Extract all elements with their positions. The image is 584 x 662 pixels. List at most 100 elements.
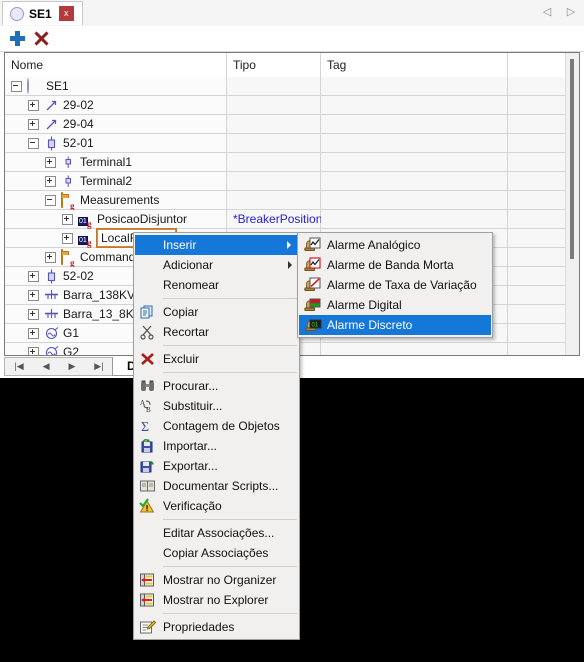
cell-tag[interactable] bbox=[321, 134, 508, 153]
menu-item-procurar[interactable]: Procurar... bbox=[134, 376, 299, 396]
collapse-icon[interactable] bbox=[45, 194, 56, 206]
expand-icon[interactable] bbox=[45, 251, 56, 263]
table-row[interactable]: 52-01 bbox=[5, 134, 568, 153]
expand-icon[interactable] bbox=[28, 308, 39, 320]
cell-tag[interactable] bbox=[321, 343, 508, 355]
menu-item-exportar[interactable]: Exportar... bbox=[134, 456, 299, 476]
cell-blank[interactable] bbox=[508, 210, 568, 229]
menu-item-adicionar[interactable]: Adicionar bbox=[134, 255, 299, 275]
chevron-right-icon[interactable]: ▷ bbox=[564, 4, 578, 20]
menu-item-propriedades[interactable]: Propriedades bbox=[134, 617, 299, 637]
expand-icon[interactable] bbox=[28, 327, 39, 339]
cell-blank[interactable] bbox=[508, 286, 568, 305]
cell-tipo[interactable] bbox=[227, 191, 321, 210]
cell-blank[interactable] bbox=[508, 134, 568, 153]
cell-blank[interactable] bbox=[508, 77, 568, 96]
menu-item-inserir[interactable]: Inserir bbox=[135, 235, 298, 255]
menu-item-editar-associações[interactable]: Editar Associações... bbox=[134, 523, 299, 543]
submenu-item-alarme-discreto[interactable]: 01 Alarme Discreto bbox=[299, 315, 491, 335]
cell-tag[interactable] bbox=[321, 191, 508, 210]
menu-item-copiar[interactable]: Copiar bbox=[134, 302, 299, 322]
cell-tag[interactable] bbox=[321, 172, 508, 191]
tree-node-terminal1[interactable]: Terminal1 bbox=[5, 153, 227, 172]
cell-tag[interactable] bbox=[321, 96, 508, 115]
submenu-item-alarme-de-banda-morta[interactable]: Alarme de Banda Morta bbox=[298, 255, 492, 275]
nav-first-icon[interactable]: |◀ bbox=[14, 361, 23, 372]
menu-item-contagem-de-objetos[interactable]: Σ Contagem de Objetos bbox=[134, 416, 299, 436]
cell-blank[interactable] bbox=[508, 191, 568, 210]
nav-last-icon[interactable]: ▶| bbox=[94, 361, 103, 372]
menu-item-importar[interactable]: Importar... bbox=[134, 436, 299, 456]
add-button[interactable] bbox=[9, 30, 26, 47]
column-header-nome[interactable]: Nome bbox=[5, 53, 227, 77]
cell-blank[interactable] bbox=[508, 343, 568, 355]
tree-node-52-01[interactable]: 52-01 bbox=[5, 134, 227, 153]
menu-item-copiar-associações[interactable]: Copiar Associações bbox=[134, 543, 299, 563]
cell-blank[interactable] bbox=[508, 305, 568, 324]
cell-tag[interactable] bbox=[321, 77, 508, 96]
submenu-item-alarme-analógico[interactable]: Alarme Analógico bbox=[298, 235, 492, 255]
menu-item-mostrar-no-organizer[interactable]: Mostrar no Organizer bbox=[134, 570, 299, 590]
cell-tipo[interactable] bbox=[227, 153, 321, 172]
cell-tag[interactable] bbox=[321, 115, 508, 134]
cell-tipo[interactable] bbox=[227, 115, 321, 134]
cell-blank[interactable] bbox=[508, 324, 568, 343]
submenu-item-alarme-de-taxa-de-variação[interactable]: Alarme de Taxa de Variação bbox=[298, 275, 492, 295]
cell-blank[interactable] bbox=[508, 153, 568, 172]
expand-icon[interactable] bbox=[28, 346, 39, 355]
tree-node-measurements[interactable]: g Measurements bbox=[5, 191, 227, 211]
tree-node-29-04[interactable]: 29-04 bbox=[5, 115, 227, 134]
menu-item-verificação[interactable]: Verificação bbox=[134, 496, 299, 516]
expand-icon[interactable] bbox=[28, 118, 39, 130]
menu-item-mostrar-no-explorer[interactable]: Mostrar no Explorer bbox=[134, 590, 299, 610]
cell-tipo[interactable] bbox=[227, 134, 321, 153]
expand-icon[interactable] bbox=[45, 156, 56, 168]
cell-tipo[interactable] bbox=[227, 96, 321, 115]
menu-item-renomear[interactable]: Renomear bbox=[134, 275, 299, 295]
cell-blank[interactable] bbox=[508, 229, 568, 248]
cell-tipo[interactable] bbox=[227, 172, 321, 191]
menu-item-recortar[interactable]: Recortar bbox=[134, 322, 299, 342]
cell-tipo[interactable] bbox=[227, 77, 321, 96]
tree-node-posicaodisjuntor[interactable]: 01 g PosicaoDisjuntor bbox=[5, 210, 227, 229]
cell-blank[interactable] bbox=[508, 96, 568, 115]
expand-icon[interactable] bbox=[28, 270, 39, 282]
collapse-icon[interactable] bbox=[28, 137, 39, 149]
expand-icon[interactable] bbox=[45, 175, 56, 187]
table-row[interactable]: SE1 bbox=[5, 77, 568, 96]
cell-blank[interactable] bbox=[508, 115, 568, 134]
table-row[interactable]: Terminal2 bbox=[5, 172, 568, 191]
table-row[interactable]: 01 g PosicaoDisjuntor *BreakerPosition bbox=[5, 210, 568, 229]
tree-node-terminal2[interactable]: Terminal2 bbox=[5, 172, 227, 191]
menu-item-documentar-scripts[interactable]: Documentar Scripts... bbox=[134, 476, 299, 496]
vertical-scrollbar[interactable] bbox=[565, 53, 579, 355]
expand-icon[interactable] bbox=[28, 99, 39, 111]
scrollbar-thumb[interactable] bbox=[570, 59, 574, 259]
collapse-icon[interactable] bbox=[11, 80, 22, 92]
cell-tag[interactable] bbox=[321, 153, 508, 172]
tree-node-se1[interactable]: SE1 bbox=[5, 77, 227, 96]
cell-blank[interactable] bbox=[508, 248, 568, 267]
nav-next-icon[interactable]: ▶ bbox=[68, 361, 75, 372]
cell-blank[interactable] bbox=[508, 267, 568, 286]
cell-tipo[interactable]: *BreakerPosition bbox=[227, 210, 322, 229]
table-row[interactable]: 29-02 bbox=[5, 96, 568, 115]
delete-button[interactable] bbox=[33, 30, 50, 47]
chevron-left-icon[interactable]: ◁ bbox=[540, 4, 554, 20]
menu-item-substituir[interactable]: A B Substituir... bbox=[134, 396, 299, 416]
cell-blank[interactable] bbox=[508, 172, 568, 191]
tree-node-29-02[interactable]: 29-02 bbox=[5, 96, 227, 115]
document-tab-se1[interactable]: SE1 x bbox=[2, 1, 83, 25]
expand-icon[interactable] bbox=[62, 213, 73, 225]
column-header-tipo[interactable]: Tipo bbox=[227, 53, 321, 77]
menu-item-excluir[interactable]: Excluir bbox=[134, 349, 299, 369]
column-header-tag[interactable]: Tag bbox=[321, 53, 508, 77]
table-row[interactable]: Terminal1 bbox=[5, 153, 568, 172]
nav-prev-icon[interactable]: ◀ bbox=[43, 361, 50, 372]
cell-tag[interactable] bbox=[321, 210, 508, 229]
close-icon[interactable]: x bbox=[58, 6, 74, 21]
table-row[interactable]: 29-04 bbox=[5, 115, 568, 134]
table-row[interactable]: g Measurements bbox=[5, 191, 568, 211]
expand-icon[interactable] bbox=[28, 289, 39, 301]
expand-icon[interactable] bbox=[62, 232, 73, 244]
